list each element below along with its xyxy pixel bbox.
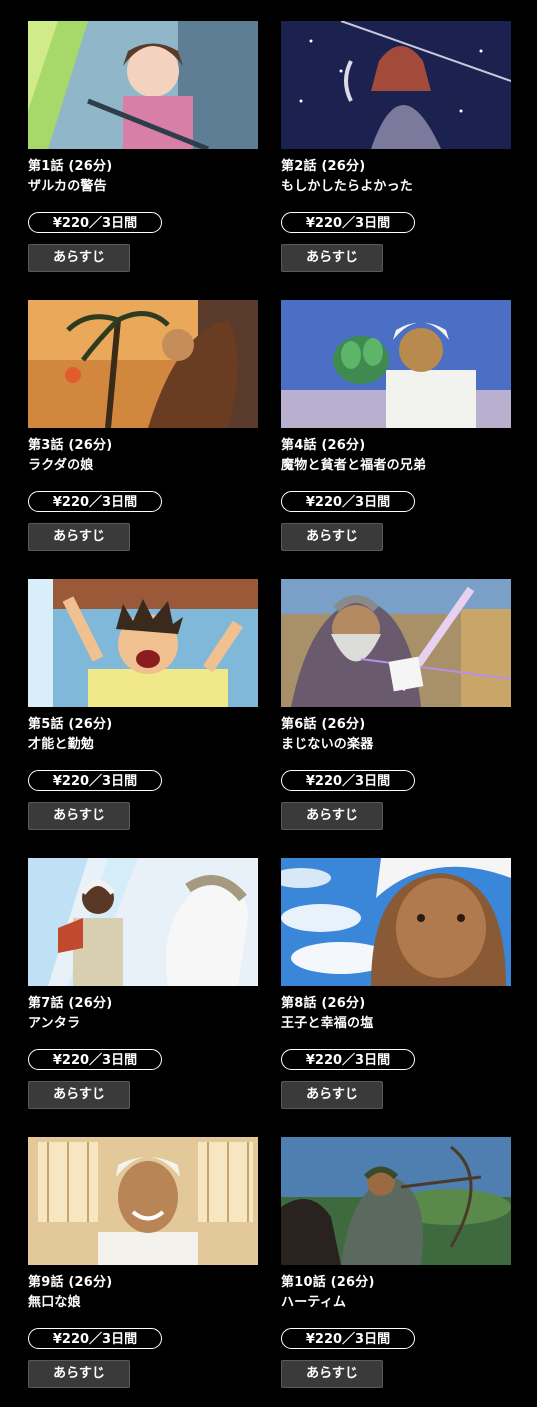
synopsis-button[interactable]: あらすじ xyxy=(28,244,130,272)
episode-card: 第4話 (26分) 魔物と貧者と福者の兄弟 ¥220／3日間 あらすじ xyxy=(281,300,511,551)
episode-card: 第9話 (26分) 無口な娘 ¥220／3日間 あらすじ xyxy=(28,1137,258,1388)
episode-thumbnail[interactable] xyxy=(281,579,511,707)
price-badge[interactable]: ¥220／3日間 xyxy=(281,1328,415,1349)
episode-thumbnail[interactable] xyxy=(281,300,511,428)
episode-thumbnail[interactable] xyxy=(28,858,258,986)
episode-number: 第6話 (26分) xyxy=(281,717,366,732)
episode-title: 王子と幸福の塩 xyxy=(281,1016,374,1031)
synopsis-button[interactable]: あらすじ xyxy=(281,1360,383,1388)
thumbnail-image xyxy=(28,1137,258,1265)
episode-card: 第8話 (26分) 王子と幸福の塩 ¥220／3日間 あらすじ xyxy=(281,858,511,1109)
episode-number: 第8話 (26分) xyxy=(281,996,366,1011)
synopsis-button[interactable]: あらすじ xyxy=(281,802,383,830)
episode-title: 魔物と貧者と福者の兄弟 xyxy=(281,458,427,473)
episode-card: 第3話 (26分) ラクダの娘 ¥220／3日間 あらすじ xyxy=(28,300,258,551)
episode-number: 第7話 (26分) xyxy=(28,996,113,1011)
thumbnail-image xyxy=(281,300,511,428)
episode-card: 第6話 (26分) まじないの楽器 ¥220／3日間 あらすじ xyxy=(281,579,511,830)
episode-number: 第9話 (26分) xyxy=(28,1275,113,1290)
synopsis-button[interactable]: あらすじ xyxy=(28,523,130,551)
episode-title: 才能と勤勉 xyxy=(28,737,95,752)
episode-thumbnail[interactable] xyxy=(28,1137,258,1265)
episode-thumbnail[interactable] xyxy=(28,300,258,428)
synopsis-button[interactable]: あらすじ xyxy=(281,523,383,551)
price-badge[interactable]: ¥220／3日間 xyxy=(28,770,162,791)
episode-title: ザルカの警告 xyxy=(28,179,107,194)
episode-card: 第7話 (26分) アンタラ ¥220／3日間 あらすじ xyxy=(28,858,258,1109)
episode-number: 第2話 (26分) xyxy=(281,159,366,174)
price-badge[interactable]: ¥220／3日間 xyxy=(28,1328,162,1349)
episode-title: アンタラ xyxy=(28,1016,81,1031)
episode-grid: 第1話 (26分) ザルカの警告 ¥220／3日間 あらすじ 第2話 (26分)… xyxy=(0,0,537,1407)
episode-title: ラクダの娘 xyxy=(28,458,94,473)
episode-card: 第1話 (26分) ザルカの警告 ¥220／3日間 あらすじ xyxy=(28,21,258,272)
price-badge[interactable]: ¥220／3日間 xyxy=(281,491,415,512)
episode-thumbnail[interactable] xyxy=(281,21,511,149)
thumbnail-image xyxy=(28,300,258,428)
episode-thumbnail[interactable] xyxy=(28,21,258,149)
thumbnail-image xyxy=(281,21,511,149)
price-badge[interactable]: ¥220／3日間 xyxy=(281,770,415,791)
price-badge[interactable]: ¥220／3日間 xyxy=(28,491,162,512)
thumbnail-image xyxy=(28,579,258,707)
episode-number: 第4話 (26分) xyxy=(281,438,366,453)
price-badge[interactable]: ¥220／3日間 xyxy=(28,1049,162,1070)
episode-title: もしかしたらよかった xyxy=(281,179,414,194)
thumbnail-image xyxy=(281,579,511,707)
price-badge[interactable]: ¥220／3日間 xyxy=(281,212,415,233)
episode-thumbnail[interactable] xyxy=(281,1137,511,1265)
episode-thumbnail[interactable] xyxy=(28,579,258,707)
episode-title: まじないの楽器 xyxy=(281,737,374,752)
price-badge[interactable]: ¥220／3日間 xyxy=(281,1049,415,1070)
episode-title: ハーティム xyxy=(281,1295,347,1310)
price-badge[interactable]: ¥220／3日間 xyxy=(28,212,162,233)
synopsis-button[interactable]: あらすじ xyxy=(28,802,130,830)
thumbnail-image xyxy=(281,858,511,986)
episode-title: 無口な娘 xyxy=(28,1295,81,1310)
episode-card: 第10話 (26分) ハーティム ¥220／3日間 あらすじ xyxy=(281,1137,511,1388)
thumbnail-image xyxy=(281,1137,511,1265)
episode-number: 第1話 (26分) xyxy=(28,159,113,174)
episode-number: 第10話 (26分) xyxy=(281,1275,375,1290)
episode-card: 第2話 (26分) もしかしたらよかった ¥220／3日間 あらすじ xyxy=(281,21,511,272)
episode-number: 第5話 (26分) xyxy=(28,717,113,732)
episode-thumbnail[interactable] xyxy=(281,858,511,986)
synopsis-button[interactable]: あらすじ xyxy=(281,244,383,272)
thumbnail-image xyxy=(28,21,258,149)
episode-number: 第3話 (26分) xyxy=(28,438,113,453)
synopsis-button[interactable]: あらすじ xyxy=(28,1360,130,1388)
synopsis-button[interactable]: あらすじ xyxy=(281,1081,383,1109)
episode-card: 第5話 (26分) 才能と勤勉 ¥220／3日間 あらすじ xyxy=(28,579,258,830)
thumbnail-image xyxy=(28,858,258,986)
synopsis-button[interactable]: あらすじ xyxy=(28,1081,130,1109)
